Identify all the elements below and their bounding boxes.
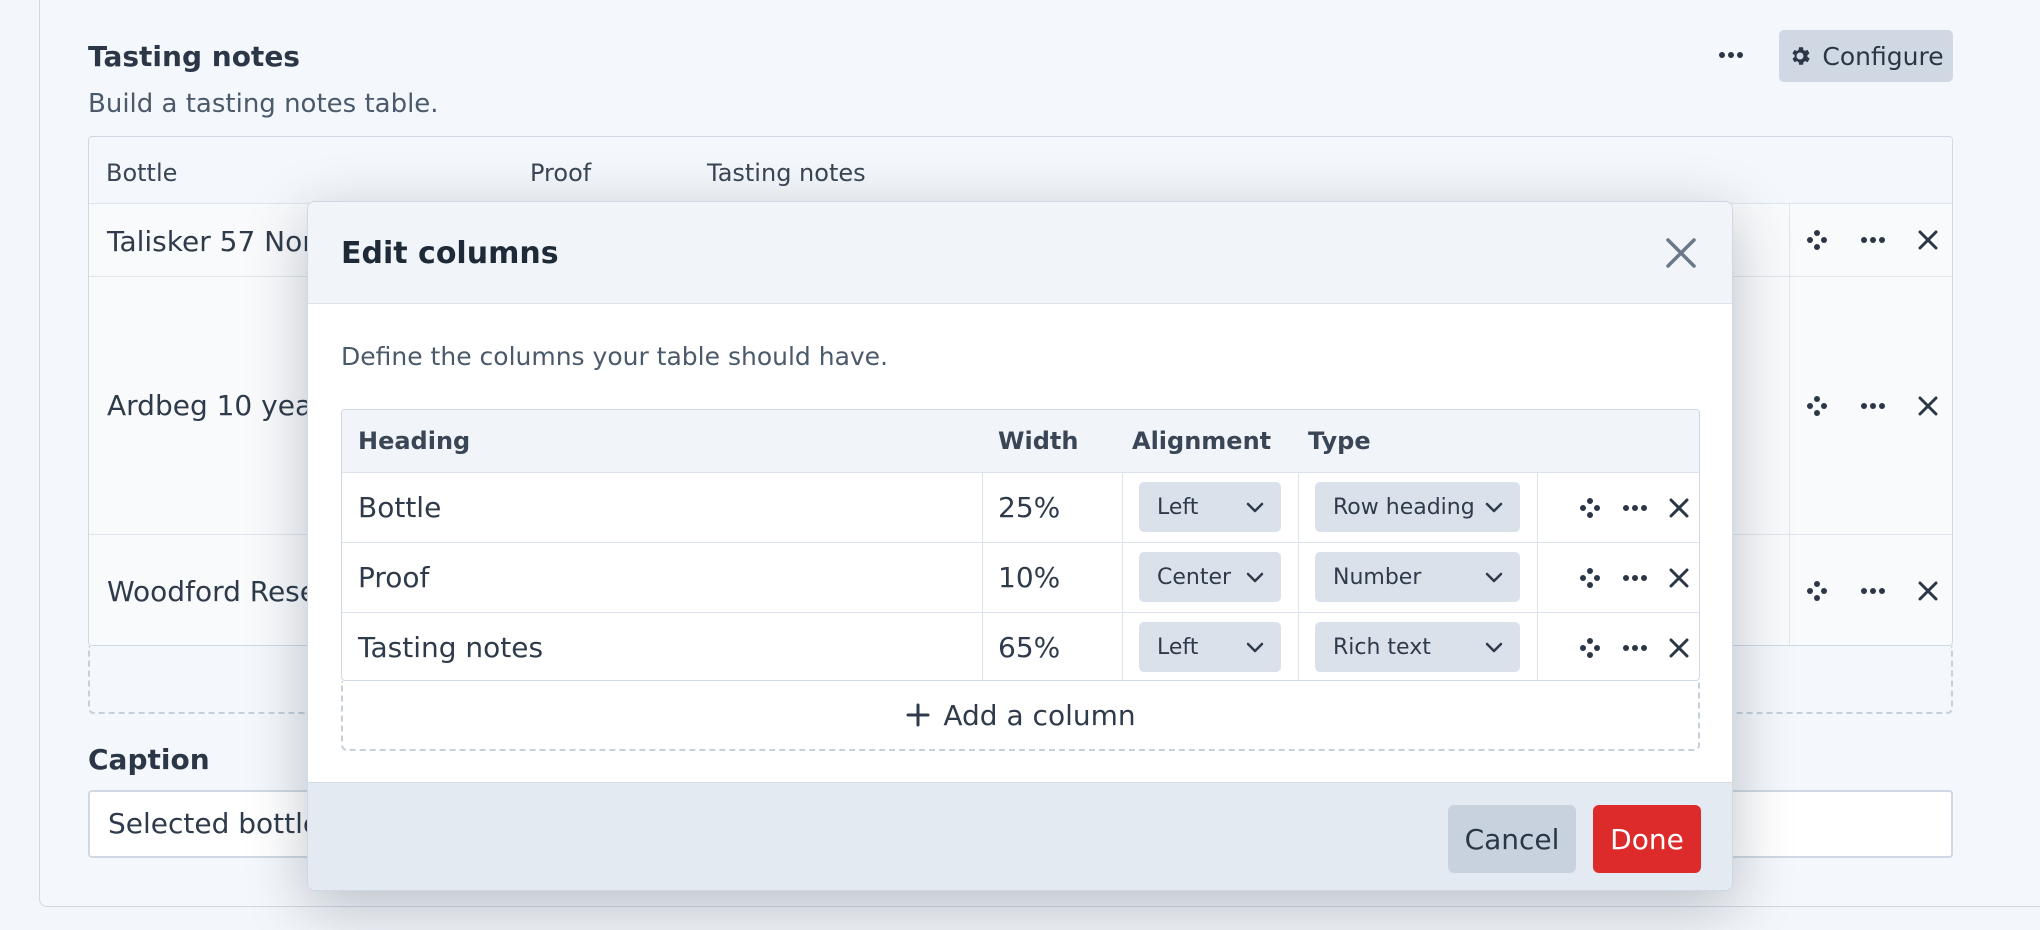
alignment-select[interactable]: Left xyxy=(1139,482,1281,532)
section-description: Build a tasting notes table. xyxy=(88,89,439,119)
ellipsis-icon[interactable] xyxy=(1623,504,1647,512)
alignment-select[interactable]: Left xyxy=(1139,622,1281,672)
header-bottle: Bottle xyxy=(106,159,178,187)
done-button[interactable]: Done xyxy=(1593,805,1701,873)
dialog-close-button[interactable] xyxy=(1663,235,1699,271)
alignment-value: Left xyxy=(1157,494,1199,520)
move-handle-icon[interactable] xyxy=(1579,497,1601,519)
alignment-select[interactable]: Center xyxy=(1139,552,1281,602)
columns-table: Heading Width Alignment Type Bottle 25% … xyxy=(341,409,1700,681)
ellipsis-icon[interactable] xyxy=(1860,587,1885,595)
column-heading-input[interactable]: Bottle xyxy=(358,491,441,524)
move-handle-icon[interactable] xyxy=(1579,637,1601,659)
table-header: Bottle Proof Tasting notes xyxy=(89,137,1952,204)
row-bottle-cell[interactable]: Ardbeg 10 year xyxy=(107,389,324,422)
header-width: Width xyxy=(998,427,1079,455)
type-select[interactable]: Row heading xyxy=(1315,482,1520,532)
close-icon xyxy=(1666,238,1696,268)
chevron-down-icon xyxy=(1485,572,1503,583)
gear-icon xyxy=(1792,47,1811,65)
add-column-label: Add a column xyxy=(943,698,1136,732)
edit-columns-dialog: Edit columns Define the columns your tab… xyxy=(307,201,1733,891)
move-handle-icon[interactable] xyxy=(1806,395,1828,417)
row-actions xyxy=(1789,277,1952,534)
close-icon[interactable] xyxy=(1669,638,1689,658)
close-icon[interactable] xyxy=(1918,581,1938,601)
column-row: Bottle 25% Left Row heading xyxy=(342,473,1699,543)
chevron-down-icon xyxy=(1246,502,1264,513)
column-width-input[interactable]: 10% xyxy=(998,561,1060,594)
type-value: Row heading xyxy=(1333,494,1475,520)
header-alignment: Alignment xyxy=(1132,427,1272,455)
move-handle-icon[interactable] xyxy=(1579,567,1601,589)
more-options-button[interactable] xyxy=(1712,38,1750,72)
move-handle-icon[interactable] xyxy=(1806,229,1828,251)
column-width-input[interactable]: 25% xyxy=(998,491,1060,524)
type-select[interactable]: Rich text xyxy=(1315,622,1520,672)
header-tasting-notes: Tasting notes xyxy=(707,159,866,187)
ellipsis-icon[interactable] xyxy=(1860,402,1885,410)
column-heading-input[interactable]: Tasting notes xyxy=(358,631,543,664)
chevron-down-icon xyxy=(1485,502,1503,513)
column-row-actions xyxy=(1568,473,1699,543)
ellipsis-icon[interactable] xyxy=(1623,644,1647,652)
type-select[interactable]: Number xyxy=(1315,552,1520,602)
alignment-value: Left xyxy=(1157,634,1199,660)
column-row-actions xyxy=(1568,613,1699,680)
chevron-down-icon xyxy=(1246,572,1264,583)
caption-label: Caption xyxy=(88,743,210,776)
type-value: Rich text xyxy=(1333,634,1431,660)
column-row-actions xyxy=(1568,543,1699,613)
close-icon[interactable] xyxy=(1918,230,1938,250)
close-icon[interactable] xyxy=(1669,568,1689,588)
dialog-footer: Cancel Done xyxy=(308,782,1732,890)
plus-icon xyxy=(906,703,930,727)
dialog-description: Define the columns your table should hav… xyxy=(341,342,889,371)
row-bottle-cell[interactable]: Talisker 57 Nort xyxy=(107,225,325,258)
columns-table-header: Heading Width Alignment Type xyxy=(342,410,1699,473)
move-handle-icon[interactable] xyxy=(1806,580,1828,602)
add-column-button[interactable]: Add a column xyxy=(341,681,1700,751)
column-row: Proof 10% Center Number xyxy=(342,543,1699,613)
column-width-input[interactable]: 65% xyxy=(998,631,1060,664)
alignment-value: Center xyxy=(1157,564,1232,590)
dialog-header: Edit columns xyxy=(308,202,1732,304)
close-icon[interactable] xyxy=(1918,396,1938,416)
column-heading-input[interactable]: Proof xyxy=(358,561,429,594)
ellipsis-icon[interactable] xyxy=(1623,574,1647,582)
row-actions xyxy=(1789,535,1952,645)
close-icon[interactable] xyxy=(1669,498,1689,518)
cancel-button[interactable]: Cancel xyxy=(1448,805,1576,873)
dialog-title: Edit columns xyxy=(341,236,559,271)
header-heading: Heading xyxy=(358,427,471,455)
section-title: Tasting notes xyxy=(88,40,300,73)
chevron-down-icon xyxy=(1485,642,1503,653)
configure-button[interactable]: Configure xyxy=(1779,30,1953,82)
column-row: Tasting notes 65% Left Rich text xyxy=(342,613,1699,680)
ellipsis-icon[interactable] xyxy=(1860,236,1885,244)
chevron-down-icon xyxy=(1246,642,1264,653)
header-proof: Proof xyxy=(530,159,592,187)
ellipsis-icon xyxy=(1719,52,1743,58)
header-type: Type xyxy=(1308,427,1371,455)
row-bottle-cell[interactable]: Woodford Reser xyxy=(107,575,329,608)
type-value: Number xyxy=(1333,564,1422,590)
row-actions xyxy=(1789,204,1952,276)
configure-label: Configure xyxy=(1822,41,1944,71)
